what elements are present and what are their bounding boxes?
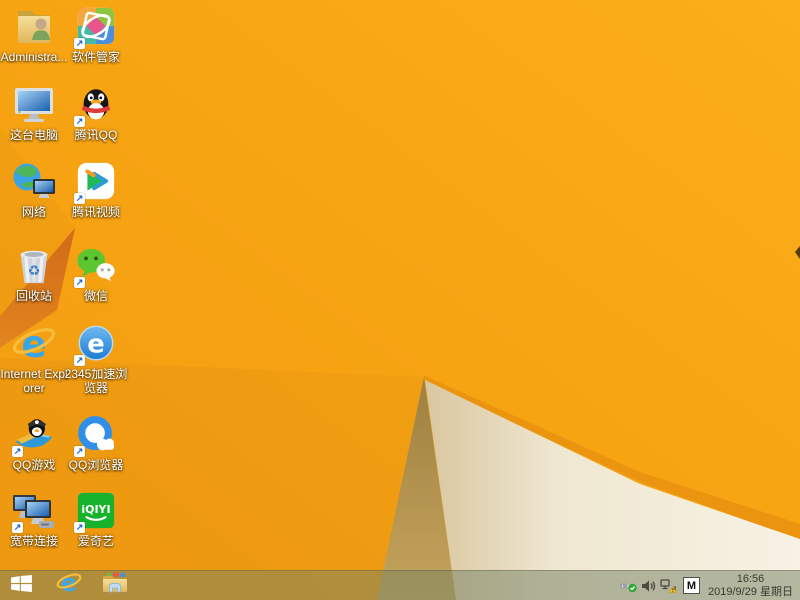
- icon-label: 回收站: [15, 289, 52, 303]
- iqiyi-icon: iQIYI ↗: [72, 490, 120, 533]
- desktop-icon-tencent-qq[interactable]: ↗ 腾讯QQ: [62, 84, 130, 142]
- desktop-icon-iqiyi[interactable]: iQIYI ↗ 爱奇艺: [62, 490, 130, 548]
- desktop-icon-wechat[interactable]: ↗ 微信: [62, 245, 130, 303]
- icon-label: 腾讯视频: [71, 205, 120, 219]
- ime-indicator[interactable]: M: [683, 577, 700, 594]
- icon-label: 这台电脑: [9, 128, 58, 142]
- desktop-icon-qq-games[interactable]: ↗ QQ游戏: [0, 414, 68, 472]
- shortcut-arrow-icon: ↗: [74, 446, 85, 457]
- windows-desktop: Administra... ↗ 软件管家 这台电脑 ↗ 腾讯QQ 网络 ↗ 腾讯…: [0, 0, 800, 600]
- internet-explorer-icon: e: [10, 323, 58, 365]
- icon-label: Administra...: [0, 50, 68, 64]
- shortcut-arrow-icon: ↗: [74, 355, 85, 366]
- icon-label: 爱奇艺: [77, 534, 114, 548]
- desktop-icon-administrator[interactable]: Administra...: [0, 6, 68, 64]
- icon-label: 微信: [83, 289, 108, 303]
- taskbar-clock[interactable]: 16:56 2019/9/29 星期日: [708, 573, 793, 599]
- desktop-icon-software-manager[interactable]: ↗ 软件管家: [62, 6, 130, 64]
- desktop-icon-qq-browser[interactable]: ↗ QQ浏览器: [62, 414, 130, 472]
- shortcut-arrow-icon: ↗: [74, 193, 85, 204]
- icon-label: 宽带连接: [9, 534, 58, 548]
- qq-browser-icon: ↗: [72, 414, 120, 457]
- qq-games-icon: ↗: [10, 414, 58, 457]
- shortcut-arrow-icon: ↗: [12, 446, 23, 457]
- clock-date: 2019/9/29 星期日: [708, 585, 793, 598]
- icon-label: Internet Explorer: [0, 367, 68, 395]
- recycle-bin-icon: ♻: [10, 245, 58, 287]
- desktop-icon-network[interactable]: 网络: [0, 161, 68, 219]
- this-pc-icon: [10, 84, 58, 126]
- icon-label: 2345加速浏览器: [64, 367, 128, 395]
- windows-logo-icon: [10, 574, 32, 597]
- svg-text:iQIYI: iQIYI: [81, 503, 110, 516]
- internet-explorer-icon: e: [56, 569, 82, 600]
- icon-label: 软件管家: [71, 50, 120, 64]
- svg-text:♻: ♻: [28, 264, 41, 280]
- shortcut-arrow-icon: ↗: [74, 277, 85, 288]
- clock-time: 16:56: [736, 572, 765, 585]
- icon-label: 腾讯QQ: [74, 128, 118, 142]
- software-manager-icon: ↗: [72, 6, 120, 49]
- volume-icon[interactable]: [638, 571, 658, 600]
- desktop-icon-internet-explorer[interactable]: e Internet Explorer: [0, 323, 68, 395]
- shortcut-arrow-icon: ↗: [74, 522, 85, 533]
- icon-label: 网络: [21, 205, 46, 219]
- start-button[interactable]: [3, 571, 39, 600]
- tencent-qq-icon: ↗: [72, 84, 120, 127]
- desktop-icon-broadband-connection[interactable]: ↗ 宽带连接: [0, 490, 68, 548]
- icon-label: QQ游戏: [12, 458, 56, 472]
- svg-text:e: e: [87, 330, 104, 360]
- shortcut-arrow-icon: ↗: [12, 522, 23, 533]
- taskbar: e M 16:56 2019/9/29 星期日: [0, 569, 800, 600]
- desktop-icon-tencent-video[interactable]: ↗ 腾讯视频: [62, 161, 130, 219]
- internet-explorer-task-button[interactable]: e: [51, 569, 87, 600]
- network-warning-icon[interactable]: [658, 571, 678, 600]
- icon-label: QQ浏览器: [68, 458, 124, 472]
- desktop-icon-this-pc[interactable]: 这台电脑: [0, 84, 68, 142]
- tencent-video-icon: ↗: [72, 161, 120, 204]
- shortcut-arrow-icon: ↗: [74, 38, 85, 49]
- network-icon: [10, 161, 58, 203]
- desktop-icon-2345-browser[interactable]: e ↗ 2345加速浏览器: [62, 323, 130, 395]
- wechat-icon: ↗: [72, 245, 120, 288]
- 2345-browser-icon: e ↗: [72, 323, 120, 366]
- file-explorer-icon: [102, 572, 128, 599]
- user-folder-icon: [10, 6, 58, 48]
- shortcut-arrow-icon: ↗: [74, 116, 85, 127]
- broadband-connection-icon: ↗: [10, 490, 58, 533]
- usb-safely-remove-icon[interactable]: [618, 571, 638, 600]
- desktop-icon-recycle-bin[interactable]: ♻ 回收站: [0, 245, 68, 303]
- system-tray: M 16:56 2019/9/29 星期日: [618, 571, 800, 600]
- file-explorer-task-button[interactable]: [97, 571, 133, 600]
